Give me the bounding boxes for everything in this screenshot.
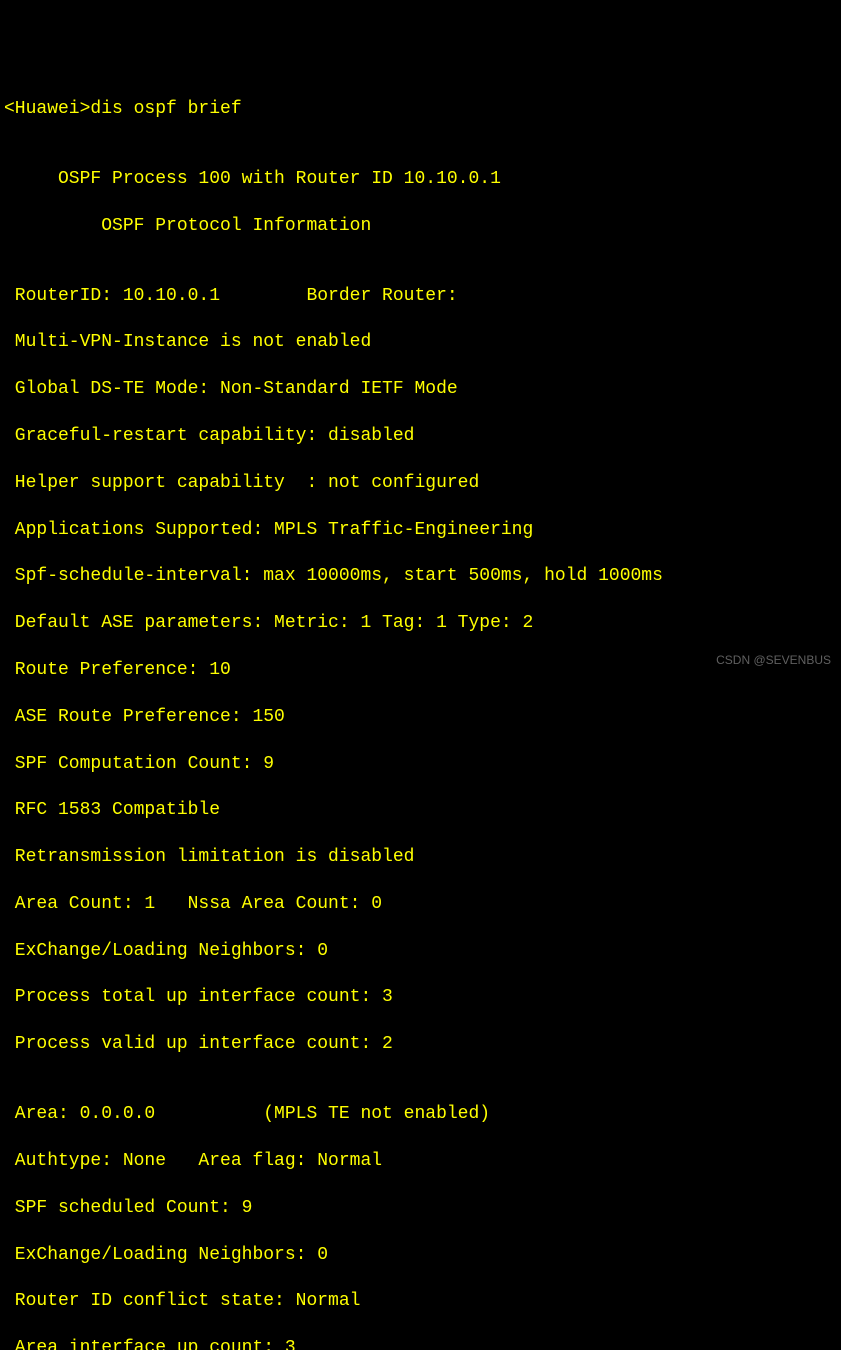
terminal-output-line: Area interface up count: 3 <box>4 1337 837 1350</box>
terminal-output-line: Area: 0.0.0.0 (MPLS TE not enabled) <box>4 1103 837 1126</box>
terminal-output-line: Spf-schedule-interval: max 10000ms, star… <box>4 565 837 588</box>
terminal-output-line: Router ID conflict state: Normal <box>4 1290 837 1313</box>
terminal-output-line: ExChange/Loading Neighbors: 0 <box>4 940 837 963</box>
terminal-output-line: Authtype: None Area flag: Normal <box>4 1150 837 1173</box>
terminal-output-line: OSPF Process 100 with Router ID 10.10.0.… <box>4 168 837 191</box>
terminal-output-line: Graceful-restart capability: disabled <box>4 425 837 448</box>
terminal-output-line: SPF scheduled Count: 9 <box>4 1197 837 1220</box>
terminal-prompt-line[interactable]: <Huawei>dis ospf brief <box>4 98 837 121</box>
terminal-output-line: Helper support capability : not configur… <box>4 472 837 495</box>
terminal-output-line: RouterID: 10.10.0.1 Border Router: <box>4 285 837 308</box>
terminal-output-line: OSPF Protocol Information <box>4 215 837 238</box>
terminal-output-line: Retransmission limitation is disabled <box>4 846 837 869</box>
terminal-output-line: Applications Supported: MPLS Traffic-Eng… <box>4 519 837 542</box>
terminal-output-line: ExChange/Loading Neighbors: 0 <box>4 1244 837 1267</box>
terminal-output-line: Process total up interface count: 3 <box>4 986 837 1009</box>
terminal-output-line: SPF Computation Count: 9 <box>4 753 837 776</box>
terminal-output-line: Process valid up interface count: 2 <box>4 1033 837 1056</box>
terminal-output-line: ASE Route Preference: 150 <box>4 706 837 729</box>
terminal-output-line: RFC 1583 Compatible <box>4 799 837 822</box>
terminal-output-line: Default ASE parameters: Metric: 1 Tag: 1… <box>4 612 837 635</box>
terminal-output-line: Multi-VPN-Instance is not enabled <box>4 331 837 354</box>
terminal-output-line: Route Preference: 10 <box>4 659 837 682</box>
watermark-text: CSDN @SEVENBUS <box>716 653 831 669</box>
terminal-output-line: Area Count: 1 Nssa Area Count: 0 <box>4 893 837 916</box>
terminal-output-line: Global DS-TE Mode: Non-Standard IETF Mod… <box>4 378 837 401</box>
